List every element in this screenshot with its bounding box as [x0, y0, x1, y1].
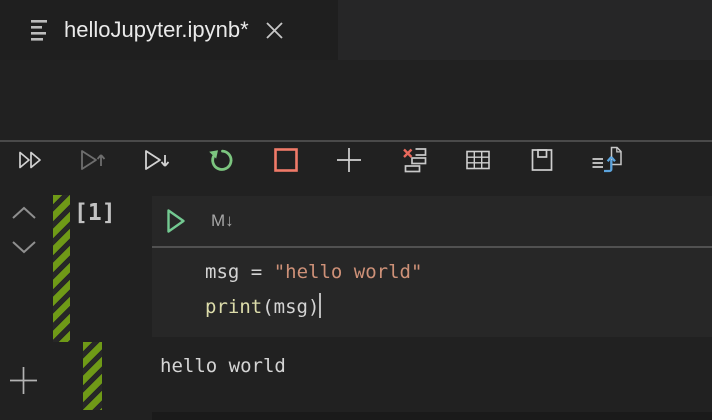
move-cell-up-button[interactable]: [9, 204, 39, 222]
code-lines: msg = "hello world"print(msg): [205, 255, 712, 325]
stop-icon: [271, 145, 301, 175]
close-icon[interactable]: [263, 18, 287, 42]
toolbar-divider: [0, 140, 712, 142]
notebook-file-icon: [30, 18, 50, 43]
notebook-toolbar: [0, 60, 712, 140]
tab-hellojupyter[interactable]: helloJupyter.ipynb*: [0, 0, 338, 60]
notebook-editor: helloJupyter.ipynb*: [0, 0, 712, 420]
export-button[interactable]: [584, 138, 628, 182]
export-icon: [590, 144, 622, 176]
run-above-button[interactable]: [71, 138, 115, 182]
insert-cell-button[interactable]: [327, 138, 371, 182]
restart-kernel-button[interactable]: [199, 138, 243, 182]
variable-explorer-button[interactable]: [456, 138, 500, 182]
tab-title: helloJupyter.ipynb*: [64, 17, 249, 43]
cell-output: hello world: [160, 353, 286, 379]
code-line[interactable]: msg = "hello world": [205, 255, 712, 290]
table-icon: [463, 145, 493, 175]
clear-outputs-button[interactable]: [393, 138, 437, 182]
interrupt-kernel-button[interactable]: [264, 138, 308, 182]
run-below-icon: [141, 145, 173, 175]
save-button[interactable]: [520, 138, 564, 182]
save-icon: [527, 145, 557, 175]
output-selection-bar[interactable]: [83, 342, 102, 410]
execution-count: [1]: [74, 200, 116, 226]
code-cell: M↓ msg = "hello world"print(msg): [152, 196, 712, 337]
run-cell-icon: [165, 207, 187, 235]
text-cursor: [319, 293, 321, 318]
move-cell-down-button[interactable]: [9, 238, 39, 256]
run-above-icon: [77, 145, 109, 175]
restart-icon: [206, 145, 236, 175]
run-cell-button[interactable]: [165, 206, 191, 236]
chevron-up-icon: [10, 205, 38, 221]
add-cell-button[interactable]: [7, 364, 39, 396]
cell-toolbar: M↓: [152, 196, 712, 246]
next-cell-edge: [152, 412, 712, 420]
clear-outputs-icon: [400, 145, 430, 175]
code-editor[interactable]: msg = "hello world"print(msg): [152, 248, 712, 325]
add-cell-icon: [8, 365, 39, 396]
run-all-button[interactable]: [9, 138, 53, 182]
cell-selection-bar[interactable]: [53, 195, 70, 342]
plus-icon: [334, 145, 364, 175]
tab-bar: helloJupyter.ipynb*: [0, 0, 712, 60]
run-all-icon: [16, 145, 46, 175]
markdown-toggle-button[interactable]: M↓: [211, 211, 234, 231]
chevron-down-icon: [10, 239, 38, 255]
code-line[interactable]: print(msg): [205, 290, 712, 325]
run-below-button[interactable]: [135, 138, 179, 182]
